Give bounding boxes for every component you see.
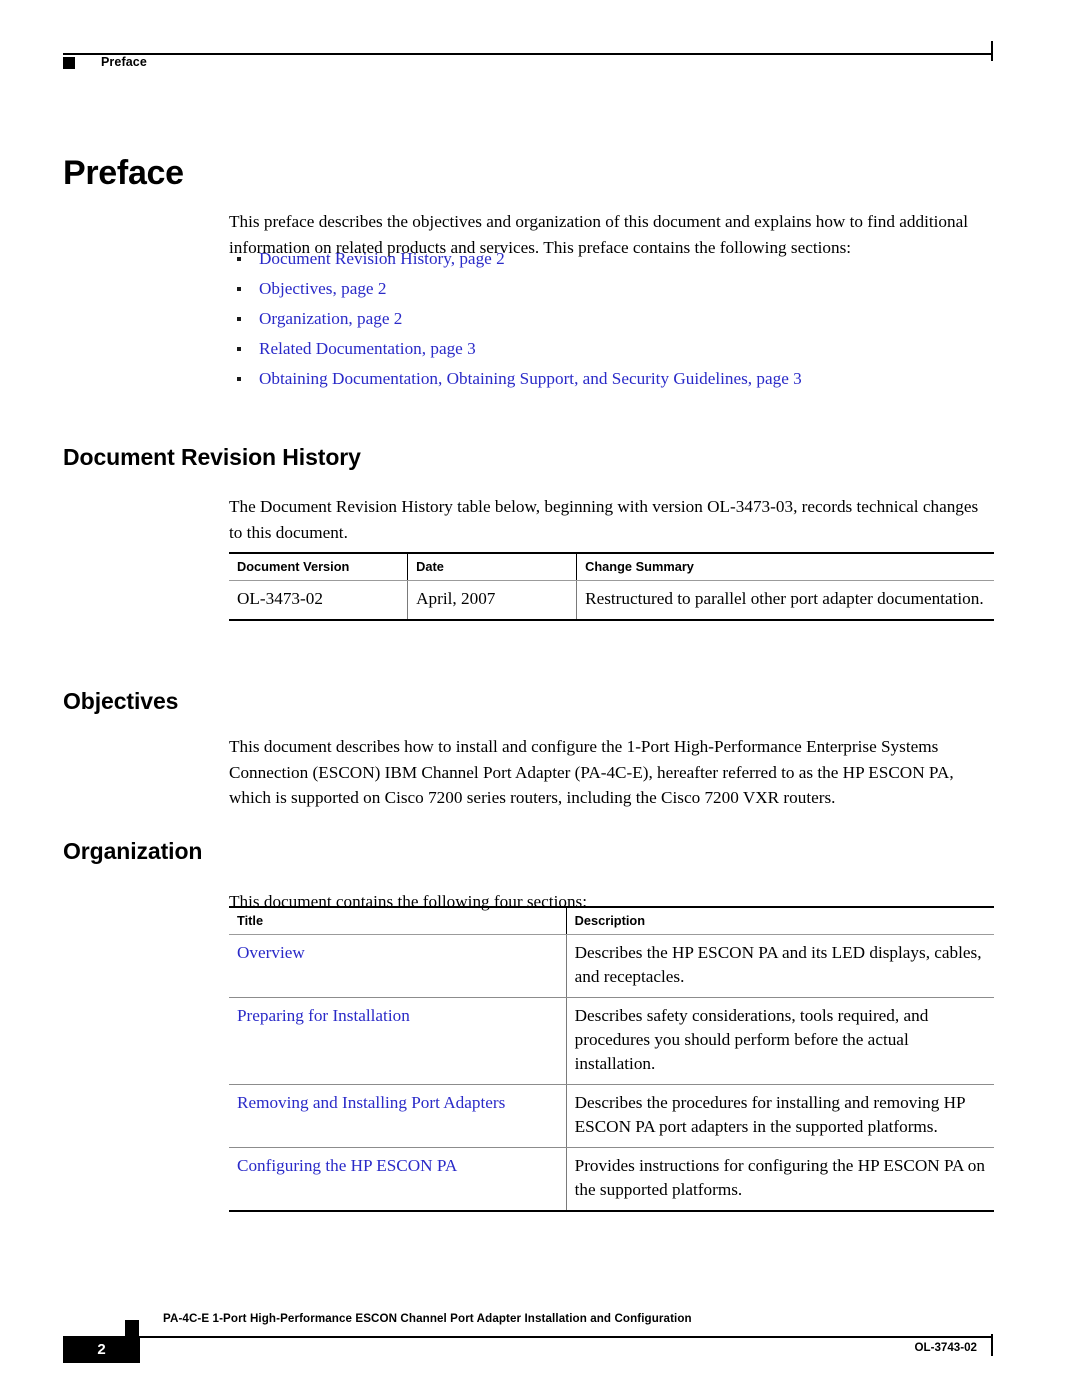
header-marker-square [63, 57, 75, 69]
header-rule [63, 53, 993, 55]
cell-section-title[interactable]: Overview [229, 934, 567, 998]
paragraph-document-revision-history: The Document Revision History table belo… [229, 497, 979, 542]
list-item[interactable]: Organization, page 2 [229, 304, 994, 334]
revision-history-table: Document Version Date Change Summary OL-… [229, 552, 994, 621]
link-preparing-for-installation[interactable]: Preparing for Installation [237, 1006, 410, 1025]
column-header-date: Date [407, 552, 577, 581]
cell-section-description: Describes the HP ESCON PA and its LED di… [565, 934, 994, 998]
bullet-icon [237, 257, 241, 261]
link-organization[interactable]: Organization, page 2 [259, 309, 402, 328]
table-header-row: Title Description [229, 906, 994, 935]
heading-document-revision-history: Document Revision History [63, 444, 361, 471]
footer-document-title: PA-4C-E 1-Port High-Performance ESCON Ch… [163, 1312, 692, 1325]
page-header: Preface [63, 41, 993, 85]
page-number-box: 2 [63, 1336, 140, 1363]
list-item[interactable]: Objectives, page 2 [229, 274, 994, 304]
footer-document-id: OL-3743-02 [914, 1341, 977, 1354]
bullet-icon [237, 377, 241, 381]
link-related-documentation[interactable]: Related Documentation, page 3 [259, 339, 476, 358]
cell-change-summary: Restructured to parallel other port adap… [576, 580, 994, 621]
cell-section-title[interactable]: Removing and Installing Port Adapters [229, 1084, 567, 1148]
column-header-title: Title [229, 906, 567, 935]
list-item[interactable]: Related Documentation, page 3 [229, 334, 994, 364]
link-removing-and-installing-port-adapters[interactable]: Removing and Installing Port Adapters [237, 1093, 505, 1112]
cell-section-title[interactable]: Configuring the HP ESCON PA [229, 1147, 567, 1212]
table-row: Removing and Installing Port Adapters De… [229, 1084, 994, 1148]
column-header-description: Description [565, 906, 994, 935]
cell-document-version: OL-3473-02 [229, 580, 408, 621]
table-row: Overview Describes the HP ESCON PA and i… [229, 934, 994, 998]
column-header-document-version: Document Version [229, 552, 408, 581]
page-number: 2 [97, 1341, 106, 1358]
column-header-change-summary: Change Summary [576, 552, 994, 581]
table-header-row: Document Version Date Change Summary [229, 552, 994, 581]
link-obtaining-documentation[interactable]: Obtaining Documentation, Obtaining Suppo… [259, 369, 802, 388]
footer-rule [63, 1336, 993, 1338]
table-row: Preparing for Installation Describes saf… [229, 997, 994, 1085]
cell-date: April, 2007 [407, 580, 577, 621]
bullet-icon [237, 287, 241, 291]
page-footer: PA-4C-E 1-Port High-Performance ESCON Ch… [63, 1312, 993, 1372]
header-rule-end-tick [991, 41, 993, 61]
table-row: OL-3473-02 April, 2007 Restructured to p… [229, 580, 994, 621]
bullet-icon [237, 317, 241, 321]
cell-section-description: Provides instructions for configuring th… [565, 1147, 994, 1212]
link-configuring-the-hp-escon-pa[interactable]: Configuring the HP ESCON PA [237, 1156, 457, 1175]
list-item[interactable]: Obtaining Documentation, Obtaining Suppo… [229, 364, 994, 394]
footer-rule-end-tick [991, 1334, 993, 1356]
heading-organization: Organization [63, 838, 203, 865]
link-document-revision-history[interactable]: Document Revision History, page 2 [259, 249, 505, 268]
list-item[interactable]: Document Revision History, page 2 [229, 244, 994, 274]
cell-section-description: Describes the procedures for installing … [565, 1084, 994, 1148]
bullet-icon [237, 347, 241, 351]
link-overview[interactable]: Overview [237, 943, 305, 962]
footer-marker-square [125, 1320, 139, 1337]
section-links-list: Document Revision History, page 2 Object… [229, 244, 994, 394]
link-objectives[interactable]: Objectives, page 2 [259, 279, 386, 298]
cell-section-title[interactable]: Preparing for Installation [229, 997, 567, 1085]
table-row: Configuring the HP ESCON PA Provides ins… [229, 1147, 994, 1212]
organization-table: Title Description Overview Describes the… [229, 906, 994, 1212]
chapter-title: Preface [63, 153, 184, 192]
heading-objectives: Objectives [63, 688, 179, 715]
cell-section-description: Describes safety considerations, tools r… [565, 997, 994, 1085]
paragraph-objectives: This document describes how to install a… [229, 737, 954, 808]
running-header-title: Preface [101, 55, 147, 69]
